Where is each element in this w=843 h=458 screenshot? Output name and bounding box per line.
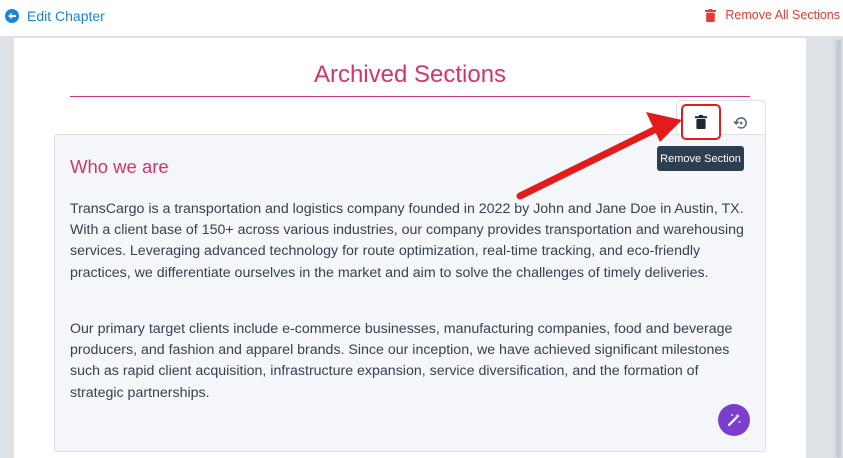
remove-all-sections-label: Remove All Sections [725, 8, 840, 22]
arrow-circle-left-icon [5, 9, 19, 23]
trash-icon [695, 115, 707, 129]
section-paragraph: Our primary target clients include e-com… [70, 321, 733, 401]
edit-chapter-label: Edit Chapter [27, 8, 105, 24]
magic-wand-icon [727, 413, 741, 427]
title-divider [70, 96, 750, 97]
top-bar: Edit Chapter Remove All Sections [0, 0, 843, 37]
left-gutter [0, 38, 14, 458]
section-heading: Who we are [70, 156, 169, 177]
section-card [54, 134, 766, 452]
magic-wand-button[interactable] [718, 404, 750, 436]
scrollbar-thumb[interactable] [836, 40, 841, 458]
page-title: Archived Sections [313, 61, 507, 88]
edit-chapter-link[interactable]: Edit Chapter [5, 8, 105, 24]
remove-section-button[interactable] [681, 104, 721, 140]
restore-icon [733, 117, 747, 129]
remove-section-tooltip: Remove Section [657, 146, 744, 171]
trash-icon [705, 8, 717, 22]
remove-all-sections-button[interactable]: Remove All Sections [705, 8, 840, 22]
section-paragraph: TransCargo is a transportation and logis… [70, 201, 744, 281]
restore-section-button[interactable] [730, 112, 752, 134]
